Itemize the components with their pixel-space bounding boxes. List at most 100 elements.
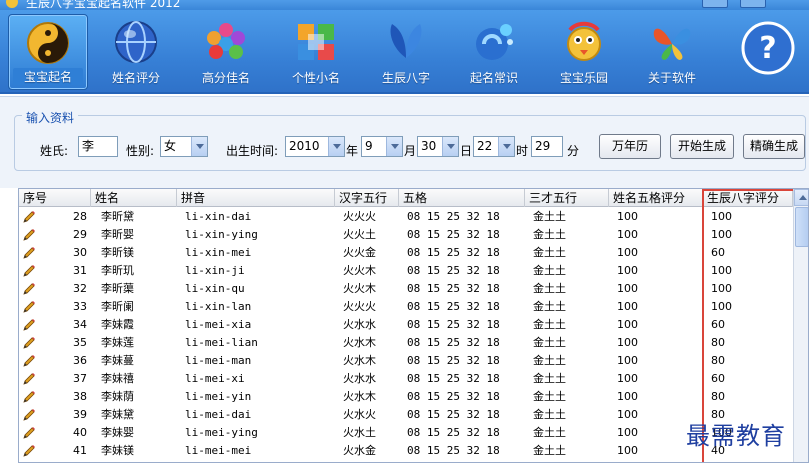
cell-bazi-score: 100 (711, 264, 732, 277)
col-header-name[interactable]: 姓名 (91, 189, 177, 207)
cell-wuge-score: 100 (617, 282, 638, 295)
col-header-bazi-score[interactable]: 生辰八字评分 (703, 189, 793, 207)
chevron-down-icon[interactable] (498, 137, 514, 156)
cell-wuge-score: 100 (617, 210, 638, 223)
cell-index: 35 (73, 336, 87, 349)
table-row[interactable]: 37 李妹禧 li-mei-xi 火水水 08 15 25 32 18 金土土 100 60 (19, 370, 793, 388)
col-header-wuge-score[interactable]: 姓名五格评分 (609, 189, 703, 207)
col-header-pinyin[interactable]: 拼音 (177, 189, 335, 207)
pencil-icon (23, 337, 35, 349)
chevron-down-icon[interactable] (442, 137, 458, 156)
cell-hanzi-wuxing: 火火金 (343, 246, 376, 259)
tab-about[interactable]: 关于软件 (632, 14, 712, 90)
help-button[interactable]: ? (728, 14, 808, 90)
cell-index: 41 (73, 444, 87, 457)
cell-wuge: 08 15 25 32 18 (407, 372, 500, 385)
cell-hanzi-wuxing: 火水木 (343, 336, 376, 349)
birth-time-label: 出生时间: (226, 144, 279, 158)
day-select[interactable]: 30 (417, 136, 459, 157)
col-header-hanzi-wuxing[interactable]: 汉字五行 (335, 189, 399, 207)
table-row[interactable]: 33 李昕阑 li-xin-lan 火火火 08 15 25 32 18 金土土 100 10… (19, 298, 793, 316)
cell-wuge-score: 100 (617, 300, 638, 313)
cell-hanzi-wuxing: 火水木 (343, 390, 376, 403)
cell-wuge: 08 15 25 32 18 (407, 300, 500, 313)
chevron-down-icon[interactable] (328, 137, 344, 156)
col-header-sancai[interactable]: 三才五行 (525, 189, 609, 207)
hour-unit: 时 (516, 144, 529, 158)
table-row[interactable]: 40 李妹婴 li-mei-ying 火水土 08 15 25 32 18 金土土 100 1… (19, 424, 793, 442)
minute-input[interactable]: 29 (531, 136, 563, 157)
table-row[interactable]: 31 李昕玑 li-xin-ji 火火木 08 15 25 32 18 金土土 100 100 (19, 262, 793, 280)
tab-label: 关于软件 (647, 71, 696, 85)
tab-baby-paradise[interactable]: 宝宝乐园 (544, 14, 624, 90)
year-value: 2010 (289, 139, 320, 153)
tab-baby-naming[interactable]: 宝宝起名 (8, 14, 88, 90)
table-row[interactable]: 30 李昕镁 li-xin-mei 火火金 08 15 25 32 18 金土土 100 60 (19, 244, 793, 262)
table-row[interactable]: 28 李昕黛 li-xin-dai 火火火 08 15 25 32 18 金土土 100 10… (19, 208, 793, 226)
calendar-button[interactable]: 万年历 (599, 134, 661, 159)
col-header-index[interactable]: 序号 (19, 189, 91, 207)
gender-value: 女 (164, 139, 177, 153)
tab-high-score-names[interactable]: 高分佳名 (186, 14, 266, 90)
cell-wuge-score: 100 (617, 354, 638, 367)
cell-wuge-score: 100 (617, 318, 638, 331)
tab-nicknames[interactable]: 个性小名 (276, 14, 356, 90)
cell-pinyin: li-mei-dai (185, 408, 252, 421)
tab-naming-knowledge[interactable]: 起名常识 (454, 14, 534, 90)
cell-bazi-score: 60 (711, 318, 725, 331)
cell-sancai: 金土土 (533, 210, 566, 223)
chevron-down-icon[interactable] (386, 137, 402, 156)
table-row[interactable]: 38 李妹荫 li-mei-yin 火水木 08 15 25 32 18 金土土 100 80 (19, 388, 793, 406)
surname-input[interactable]: 李 (78, 136, 118, 157)
table-row[interactable]: 32 李昕蕖 li-xin-qu 火火木 08 15 25 32 18 金土土 100 100 (19, 280, 793, 298)
month-select[interactable]: 9 (361, 136, 403, 157)
table-row[interactable]: 41 李妹镁 li-mei-mei 火水金 08 15 25 32 18 金土土 100 40 (19, 442, 793, 460)
chevron-down-icon[interactable] (191, 137, 207, 156)
tab-name-score[interactable]: 姓名评分 (96, 14, 176, 90)
cell-name: 李妹莲 (101, 336, 134, 349)
svg-text:?: ? (759, 31, 776, 66)
cell-index: 33 (73, 300, 87, 313)
window-title: 生辰八字宝宝起名软件 2012 (26, 0, 181, 10)
minimize-button[interactable] (702, 0, 728, 8)
cell-wuge-score: 100 (617, 264, 638, 277)
cell-pinyin: li-mei-man (185, 354, 252, 367)
close-button[interactable] (740, 0, 766, 8)
month-unit: 月 (404, 144, 417, 158)
table-row[interactable]: 39 李妹黛 li-mei-dai 火水火 08 15 25 32 18 金土土 100 80 (19, 406, 793, 424)
table-row[interactable]: 35 李妹莲 li-mei-lian 火水木 08 15 25 32 18 金土土 100 8… (19, 334, 793, 352)
table-row[interactable]: 29 李昕婴 li-xin-ying 火火土 08 15 25 32 18 金土土 100 1… (19, 226, 793, 244)
tab-label: 个性小名 (291, 71, 340, 85)
cell-hanzi-wuxing: 火水土 (343, 426, 376, 439)
cell-pinyin: li-mei-xia (185, 318, 252, 331)
table-row[interactable]: 34 李妹霞 li-mei-xia 火水水 08 15 25 32 18 金土土 100 60 (19, 316, 793, 334)
cell-pinyin: li-xin-mei (185, 246, 252, 259)
col-header-wuge[interactable]: 五格 (399, 189, 525, 207)
watermark-text: 最需教育 (686, 422, 786, 450)
start-generate-button[interactable]: 开始生成 (670, 134, 734, 159)
cell-wuge: 08 15 25 32 18 (407, 426, 500, 439)
table-row[interactable]: 36 李妹蔓 li-mei-man 火水木 08 15 25 32 18 金土土 100 80 (19, 352, 793, 370)
tab-birth-bazi[interactable]: 生辰八字 (366, 14, 446, 90)
cell-pinyin: li-mei-ying (185, 426, 258, 439)
title-bar: 生辰八字宝宝起名软件 2012 (0, 0, 809, 10)
cell-hanzi-wuxing: 火水水 (343, 372, 376, 385)
cell-bazi-score: 60 (711, 246, 725, 259)
precise-generate-button[interactable]: 精确生成 (743, 134, 805, 159)
year-select[interactable]: 2010 (285, 136, 345, 157)
hour-select[interactable]: 22 (473, 136, 515, 157)
gender-select[interactable]: 女 (160, 136, 208, 157)
yin-yang-icon (27, 22, 69, 64)
cell-wuge-score: 100 (617, 336, 638, 349)
cell-hanzi-wuxing: 火火木 (343, 264, 376, 277)
cell-name: 李妹荫 (101, 390, 134, 403)
tab-label: 宝宝乐园 (559, 71, 608, 85)
scroll-thumb[interactable] (795, 207, 808, 247)
scroll-up-icon[interactable] (794, 189, 808, 206)
leaf-wings-icon (390, 24, 422, 58)
cell-wuge: 08 15 25 32 18 (407, 444, 500, 457)
vertical-scrollbar[interactable] (793, 189, 808, 462)
cell-hanzi-wuxing: 火水木 (343, 354, 376, 367)
cell-pinyin: li-mei-yin (185, 390, 252, 403)
cell-bazi-score: 100 (711, 282, 732, 295)
